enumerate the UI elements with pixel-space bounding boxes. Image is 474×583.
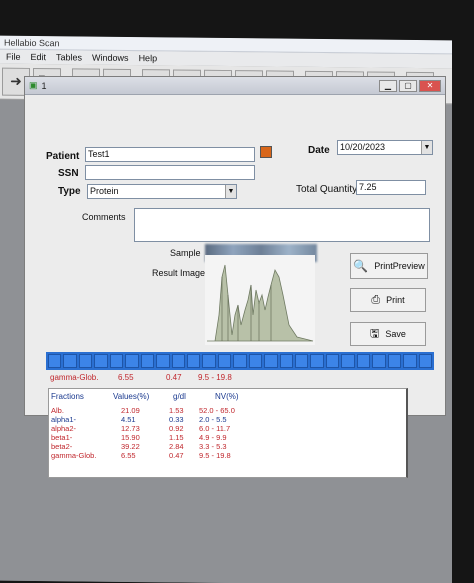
type-select-value: Protein [90,186,119,196]
fraction-value: 15.90 [121,433,140,442]
close-window-button[interactable]: ✕ [419,79,441,92]
selected-fraction-name: gamma-Glob. [50,373,99,382]
menu-windows[interactable]: Windows [92,51,129,65]
result-image [205,255,315,345]
total-quantity-input[interactable]: 7.25 [356,180,426,195]
chevron-down-icon[interactable]: ▼ [225,185,236,198]
patient-input[interactable]: Test1 [85,147,255,162]
ssn-input[interactable] [85,165,255,180]
print-label: Print [386,295,405,305]
date-label: Date [308,145,330,156]
result-image-label: Result Image [152,268,206,278]
fraction-name: Alb. [51,406,64,415]
fraction-gdl: 2.84 [169,442,184,451]
selected-fraction-value: 6.55 [118,373,134,382]
fraction-gdl: 1.53 [169,406,184,415]
record-window-titlebar: ▣ 1 ▁ ▢ ✕ [25,77,445,95]
comments-input[interactable] [134,208,430,242]
fraction-nv: 4.9 - 9.9 [199,433,227,442]
fraction-name: beta1- [51,433,73,442]
fraction-value: 21.09 [121,406,140,415]
fraction-value: 6.55 [121,451,136,460]
header-fractions: Fractions [51,392,84,401]
fraction-value: 4.51 [121,415,136,424]
menu-tables[interactable]: Tables [56,50,82,64]
fraction-strip[interactable] [46,352,434,370]
header-values: Values(%) [113,392,150,401]
fraction-nv: 2.0 - 5.5 [199,415,227,424]
comments-label: Comments [82,212,126,222]
selected-fraction-nv: 9.5 - 19.8 [198,373,232,382]
fraction-nv: 9.5 - 19.8 [199,451,231,460]
selected-fraction-row[interactable]: gamma-Glob. [50,373,98,382]
fraction-nv: 3.3 - 5.3 [199,442,227,451]
fraction-value: 39.22 [121,442,140,451]
record-window-title: 1 [41,80,47,91]
type-select[interactable]: Protein ▼ [87,184,237,199]
chevron-down-icon[interactable]: ▼ [421,141,432,154]
menu-edit[interactable]: Edit [31,50,47,64]
menu-file[interactable]: File [6,50,21,64]
table-row[interactable]: beta2- 39.22 2.84 3.3 - 5.3 [49,442,406,451]
fraction-name: alpha2- [51,424,77,433]
printer-icon: ⎙ [371,293,381,306]
ssn-label: SSN [58,168,79,179]
selected-fraction-gdl: 0.47 [166,373,182,382]
table-row[interactable]: beta1- 15.90 1.15 4.9 - 9.9 [49,433,406,442]
window-icon: ▣ [29,80,38,90]
maximize-button[interactable]: ▢ [399,79,417,92]
fraction-gdl: 1.15 [169,433,184,442]
date-value: 10/20/2023 [340,142,386,152]
search-patient-icon[interactable] [260,146,272,158]
fraction-nv: 52.0 - 65.0 [199,406,235,415]
print-button[interactable]: ⎙ Print [350,288,426,312]
sample-label: Sample [170,248,201,258]
electrophoresis-curve [207,264,314,342]
fraction-gdl: 0.92 [169,424,184,433]
fraction-value: 12.73 [121,424,140,433]
fraction-gdl: 0.33 [169,415,184,424]
fraction-name: beta2- [51,442,73,451]
minimize-button[interactable]: ▁ [379,79,397,92]
print-preview-button[interactable]: 🔍 PrintPreview [350,253,428,279]
save-icon: 🖫 [370,327,380,340]
patient-label: Patient [46,151,80,162]
total-quantity-label: Total Quantity [296,184,358,195]
print-preview-label: PrintPreview [374,261,425,271]
save-label: Save [385,329,406,339]
app-title: Hellabio Scan [4,37,60,49]
menu-help[interactable]: Help [139,51,158,65]
header-gdl: g/dl [173,392,186,401]
table-row[interactable]: gamma-Glob. 6.55 0.47 9.5 - 19.8 [49,451,406,460]
fraction-name: alpha1- [51,415,77,424]
fraction-name: gamma-Glob. [51,451,97,460]
fraction-nv: 6.0 - 11.7 [199,424,231,433]
date-picker[interactable]: 10/20/2023 ▼ [337,140,433,155]
save-button[interactable]: 🖫 Save [350,322,426,346]
table-row[interactable]: alpha2- 12.73 0.92 6.0 - 11.7 [49,424,406,433]
table-row[interactable]: alpha1- 4.51 0.33 2.0 - 5.5 [49,415,406,424]
magnifier-icon: 🔍 [353,259,369,273]
table-row[interactable]: Alb. 21.09 1.53 52.0 - 65.0 [49,406,406,415]
fractions-table: Fractions Values(%) g/dl NV(%) Alb. 21.09… [48,388,408,478]
type-label: Type [58,186,81,197]
header-nv: NV(%) [215,392,239,401]
fraction-gdl: 0.47 [169,451,184,460]
